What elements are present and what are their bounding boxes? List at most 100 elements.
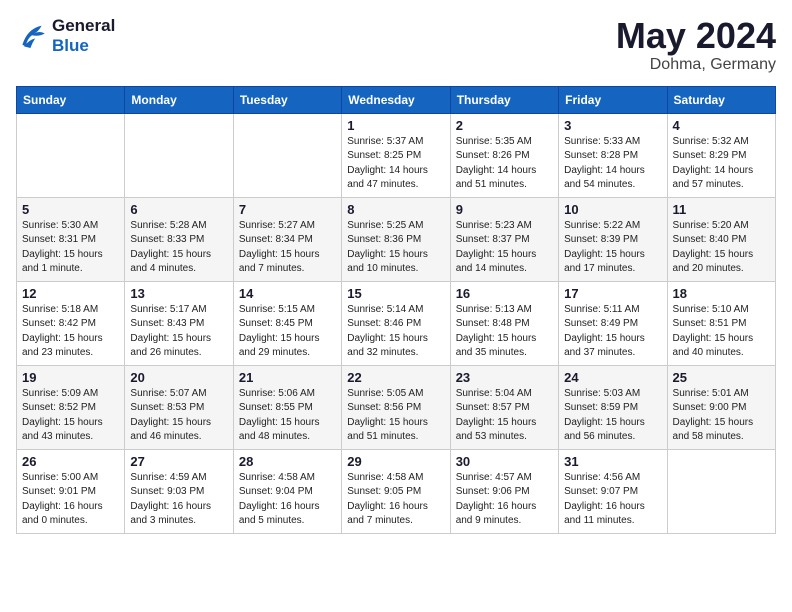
table-row: 1 Sunrise: 5:37 AMSunset: 8:25 PMDaylight… [342, 113, 450, 197]
day-number: 2 [456, 118, 553, 133]
header-thursday: Thursday [450, 86, 558, 113]
day-info: Sunrise: 5:22 AMSunset: 8:39 PMDaylight:… [564, 219, 661, 277]
day-info: Sunrise: 5:11 AMSunset: 8:49 PMDaylight:… [564, 303, 661, 361]
day-info: Sunrise: 5:37 AMSunset: 8:25 PMDaylight:… [347, 135, 444, 193]
day-info: Sunrise: 5:05 AMSunset: 8:56 PMDaylight:… [347, 387, 444, 445]
day-number: 11 [673, 202, 770, 217]
day-info: Sunrise: 5:17 AMSunset: 8:43 PMDaylight:… [130, 303, 227, 361]
header-wednesday: Wednesday [342, 86, 450, 113]
day-number: 12 [22, 286, 119, 301]
day-number: 3 [564, 118, 661, 133]
table-row: 25 Sunrise: 5:01 AMSunset: 9:00 PMDayligh… [667, 365, 775, 449]
header-sunday: Sunday [17, 86, 125, 113]
day-info: Sunrise: 5:28 AMSunset: 8:33 PMDaylight:… [130, 219, 227, 277]
day-info: Sunrise: 5:30 AMSunset: 8:31 PMDaylight:… [22, 219, 119, 277]
logo-icon [16, 22, 48, 50]
day-info: Sunrise: 5:14 AMSunset: 8:46 PMDaylight:… [347, 303, 444, 361]
table-row: 20 Sunrise: 5:07 AMSunset: 8:53 PMDayligh… [125, 365, 233, 449]
day-number: 6 [130, 202, 227, 217]
day-info: Sunrise: 5:07 AMSunset: 8:53 PMDaylight:… [130, 387, 227, 445]
day-number: 17 [564, 286, 661, 301]
day-number: 15 [347, 286, 444, 301]
day-number: 18 [673, 286, 770, 301]
day-number: 27 [130, 454, 227, 469]
day-info: Sunrise: 5:10 AMSunset: 8:51 PMDaylight:… [673, 303, 770, 361]
day-number: 19 [22, 370, 119, 385]
day-info: Sunrise: 4:57 AMSunset: 9:06 PMDaylight:… [456, 471, 553, 529]
day-info: Sunrise: 5:35 AMSunset: 8:26 PMDaylight:… [456, 135, 553, 193]
day-number: 4 [673, 118, 770, 133]
calendar-week-row: 1 Sunrise: 5:37 AMSunset: 8:25 PMDaylight… [17, 113, 776, 197]
table-row: 7Sunrise: 5:27 AMSunset: 8:34 PMDaylight… [233, 197, 341, 281]
day-number: 30 [456, 454, 553, 469]
month-title: May 2024 [616, 16, 776, 56]
table-row: 4 Sunrise: 5:32 AMSunset: 8:29 PMDaylight… [667, 113, 775, 197]
table-row [233, 113, 341, 197]
calendar-table: Sunday Monday Tuesday Wednesday Thursday… [16, 86, 776, 534]
table-row: 24 Sunrise: 5:03 AMSunset: 8:59 PMDayligh… [559, 365, 667, 449]
day-info: Sunrise: 5:00 AMSunset: 9:01 PMDaylight:… [22, 471, 119, 529]
table-row: 12Sunrise: 5:18 AMSunset: 8:42 PMDayligh… [17, 281, 125, 365]
day-number: 28 [239, 454, 336, 469]
location: Dohma, Germany [616, 56, 776, 74]
day-info: Sunrise: 5:01 AMSunset: 9:00 PMDaylight:… [673, 387, 770, 445]
calendar-week-row: 12Sunrise: 5:18 AMSunset: 8:42 PMDayligh… [17, 281, 776, 365]
table-row: 23Sunrise: 5:04 AMSunset: 8:57 PMDayligh… [450, 365, 558, 449]
day-number: 5 [22, 202, 119, 217]
day-number: 13 [130, 286, 227, 301]
table-row: 19 Sunrise: 5:09 AMSunset: 8:52 PMDayligh… [17, 365, 125, 449]
day-info: Sunrise: 5:33 AMSunset: 8:28 PMDaylight:… [564, 135, 661, 193]
day-number: 26 [22, 454, 119, 469]
calendar-header-row: Sunday Monday Tuesday Wednesday Thursday… [17, 86, 776, 113]
day-info: Sunrise: 4:58 AMSunset: 9:04 PMDaylight:… [239, 471, 336, 529]
day-info: Sunrise: 5:20 AMSunset: 8:40 PMDaylight:… [673, 219, 770, 277]
day-info: Sunrise: 5:06 AMSunset: 8:55 PMDaylight:… [239, 387, 336, 445]
table-row: 8 Sunrise: 5:25 AMSunset: 8:36 PMDaylight… [342, 197, 450, 281]
day-number: 9 [456, 202, 553, 217]
day-number: 25 [673, 370, 770, 385]
calendar-week-row: 19 Sunrise: 5:09 AMSunset: 8:52 PMDayligh… [17, 365, 776, 449]
day-info: Sunrise: 4:58 AMSunset: 9:05 PMDaylight:… [347, 471, 444, 529]
title-block: May 2024 Dohma, Germany [616, 16, 776, 74]
table-row: 27 Sunrise: 4:59 AMSunset: 9:03 PMDayligh… [125, 449, 233, 533]
header-friday: Friday [559, 86, 667, 113]
day-number: 24 [564, 370, 661, 385]
table-row: 11 Sunrise: 5:20 AMSunset: 8:40 PMDayligh… [667, 197, 775, 281]
table-row [17, 113, 125, 197]
header-saturday: Saturday [667, 86, 775, 113]
table-row: 3 Sunrise: 5:33 AMSunset: 8:28 PMDaylight… [559, 113, 667, 197]
day-info: Sunrise: 5:32 AMSunset: 8:29 PMDaylight:… [673, 135, 770, 193]
calendar-week-row: 26 Sunrise: 5:00 AMSunset: 9:01 PMDayligh… [17, 449, 776, 533]
table-row: 10Sunrise: 5:22 AMSunset: 8:39 PMDayligh… [559, 197, 667, 281]
day-info: Sunrise: 5:13 AMSunset: 8:48 PMDaylight:… [456, 303, 553, 361]
day-number: 31 [564, 454, 661, 469]
day-info: Sunrise: 5:23 AMSunset: 8:37 PMDaylight:… [456, 219, 553, 277]
calendar-week-row: 5 Sunrise: 5:30 AMSunset: 8:31 PMDaylight… [17, 197, 776, 281]
day-number: 14 [239, 286, 336, 301]
table-row [667, 449, 775, 533]
day-info: Sunrise: 5:04 AMSunset: 8:57 PMDaylight:… [456, 387, 553, 445]
table-row: 15 Sunrise: 5:14 AMSunset: 8:46 PMDayligh… [342, 281, 450, 365]
table-row: 30 Sunrise: 4:57 AMSunset: 9:06 PMDayligh… [450, 449, 558, 533]
header-tuesday: Tuesday [233, 86, 341, 113]
day-number: 1 [347, 118, 444, 133]
day-number: 8 [347, 202, 444, 217]
day-info: Sunrise: 5:15 AMSunset: 8:45 PMDaylight:… [239, 303, 336, 361]
day-info: Sunrise: 5:25 AMSunset: 8:36 PMDaylight:… [347, 219, 444, 277]
day-info: Sunrise: 5:03 AMSunset: 8:59 PMDaylight:… [564, 387, 661, 445]
day-number: 7 [239, 202, 336, 217]
table-row: 17 Sunrise: 5:11 AMSunset: 8:49 PMDayligh… [559, 281, 667, 365]
day-number: 21 [239, 370, 336, 385]
day-number: 22 [347, 370, 444, 385]
header-monday: Monday [125, 86, 233, 113]
table-row: 26 Sunrise: 5:00 AMSunset: 9:01 PMDayligh… [17, 449, 125, 533]
logo: General Blue [16, 16, 115, 56]
table-row: 9 Sunrise: 5:23 AMSunset: 8:37 PMDaylight… [450, 197, 558, 281]
table-row: 14 Sunrise: 5:15 AMSunset: 8:45 PMDayligh… [233, 281, 341, 365]
day-number: 20 [130, 370, 227, 385]
table-row: 28 Sunrise: 4:58 AMSunset: 9:04 PMDayligh… [233, 449, 341, 533]
table-row: 31Sunrise: 4:56 AMSunset: 9:07 PMDayligh… [559, 449, 667, 533]
day-info: Sunrise: 5:09 AMSunset: 8:52 PMDaylight:… [22, 387, 119, 445]
day-info: Sunrise: 4:59 AMSunset: 9:03 PMDaylight:… [130, 471, 227, 529]
table-row: 18 Sunrise: 5:10 AMSunset: 8:51 PMDayligh… [667, 281, 775, 365]
